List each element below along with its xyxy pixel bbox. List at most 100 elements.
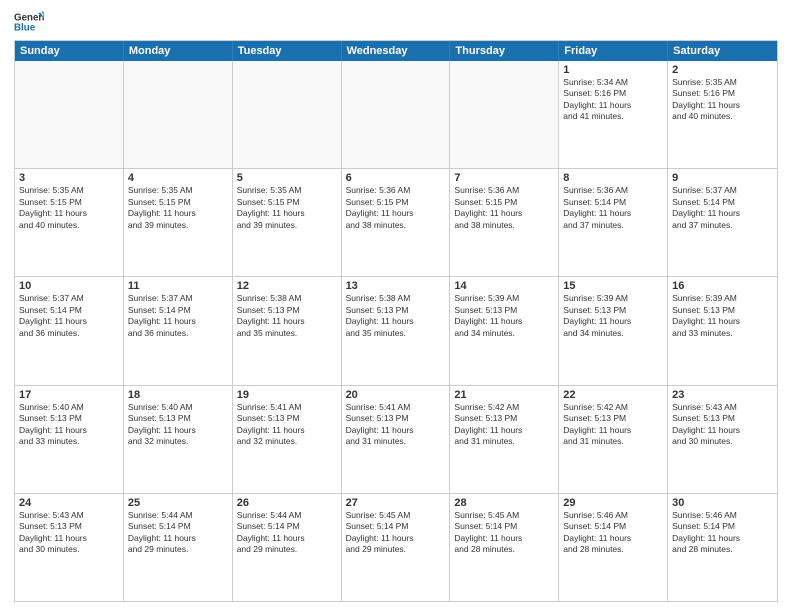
cell-info: Sunrise: 5:44 AM Sunset: 5:14 PM Dayligh… (128, 510, 228, 556)
day-number: 16 (672, 280, 773, 292)
cell-info: Sunrise: 5:40 AM Sunset: 5:13 PM Dayligh… (128, 402, 228, 448)
header-day-monday: Monday (124, 41, 233, 61)
cell-info: Sunrise: 5:46 AM Sunset: 5:14 PM Dayligh… (672, 510, 773, 556)
cell-info: Sunrise: 5:40 AM Sunset: 5:13 PM Dayligh… (19, 402, 119, 448)
cell-info: Sunrise: 5:36 AM Sunset: 5:15 PM Dayligh… (346, 185, 446, 231)
cell-info: Sunrise: 5:43 AM Sunset: 5:13 PM Dayligh… (672, 402, 773, 448)
header-day-thursday: Thursday (450, 41, 559, 61)
calendar-cell-r3c3: 20Sunrise: 5:41 AM Sunset: 5:13 PM Dayli… (342, 386, 451, 493)
calendar-cell-r3c2: 19Sunrise: 5:41 AM Sunset: 5:13 PM Dayli… (233, 386, 342, 493)
header-day-friday: Friday (559, 41, 668, 61)
calendar-row-1: 3Sunrise: 5:35 AM Sunset: 5:15 PM Daylig… (15, 169, 777, 277)
cell-info: Sunrise: 5:41 AM Sunset: 5:13 PM Dayligh… (346, 402, 446, 448)
day-number: 6 (346, 172, 446, 184)
cell-info: Sunrise: 5:45 AM Sunset: 5:14 PM Dayligh… (346, 510, 446, 556)
day-number: 26 (237, 497, 337, 509)
calendar-cell-r4c4: 28Sunrise: 5:45 AM Sunset: 5:14 PM Dayli… (450, 494, 559, 601)
day-number: 20 (346, 389, 446, 401)
cell-info: Sunrise: 5:38 AM Sunset: 5:13 PM Dayligh… (237, 293, 337, 339)
calendar-cell-r4c1: 25Sunrise: 5:44 AM Sunset: 5:14 PM Dayli… (124, 494, 233, 601)
calendar-cell-r0c4 (450, 61, 559, 168)
calendar-cell-r0c5: 1Sunrise: 5:34 AM Sunset: 5:16 PM Daylig… (559, 61, 668, 168)
day-number: 2 (672, 64, 773, 76)
calendar-cell-r4c3: 27Sunrise: 5:45 AM Sunset: 5:14 PM Dayli… (342, 494, 451, 601)
cell-info: Sunrise: 5:35 AM Sunset: 5:15 PM Dayligh… (19, 185, 119, 231)
calendar-cell-r1c5: 8Sunrise: 5:36 AM Sunset: 5:14 PM Daylig… (559, 169, 668, 276)
cell-info: Sunrise: 5:37 AM Sunset: 5:14 PM Dayligh… (19, 293, 119, 339)
calendar-cell-r1c1: 4Sunrise: 5:35 AM Sunset: 5:15 PM Daylig… (124, 169, 233, 276)
calendar-body: 1Sunrise: 5:34 AM Sunset: 5:16 PM Daylig… (15, 61, 777, 601)
calendar-cell-r2c1: 11Sunrise: 5:37 AM Sunset: 5:14 PM Dayli… (124, 277, 233, 384)
day-number: 11 (128, 280, 228, 292)
cell-info: Sunrise: 5:37 AM Sunset: 5:14 PM Dayligh… (128, 293, 228, 339)
day-number: 9 (672, 172, 773, 184)
cell-info: Sunrise: 5:35 AM Sunset: 5:15 PM Dayligh… (237, 185, 337, 231)
day-number: 12 (237, 280, 337, 292)
calendar-row-4: 24Sunrise: 5:43 AM Sunset: 5:13 PM Dayli… (15, 494, 777, 601)
calendar-row-2: 10Sunrise: 5:37 AM Sunset: 5:14 PM Dayli… (15, 277, 777, 385)
cell-info: Sunrise: 5:38 AM Sunset: 5:13 PM Dayligh… (346, 293, 446, 339)
cell-info: Sunrise: 5:45 AM Sunset: 5:14 PM Dayligh… (454, 510, 554, 556)
day-number: 30 (672, 497, 773, 509)
day-number: 8 (563, 172, 663, 184)
cell-info: Sunrise: 5:46 AM Sunset: 5:14 PM Dayligh… (563, 510, 663, 556)
day-number: 3 (19, 172, 119, 184)
calendar-cell-r0c2 (233, 61, 342, 168)
cell-info: Sunrise: 5:39 AM Sunset: 5:13 PM Dayligh… (672, 293, 773, 339)
day-number: 5 (237, 172, 337, 184)
logo-icon: General Blue (14, 10, 44, 34)
logo: General Blue (14, 10, 44, 34)
cell-info: Sunrise: 5:44 AM Sunset: 5:14 PM Dayligh… (237, 510, 337, 556)
calendar-cell-r3c0: 17Sunrise: 5:40 AM Sunset: 5:13 PM Dayli… (15, 386, 124, 493)
calendar-cell-r2c2: 12Sunrise: 5:38 AM Sunset: 5:13 PM Dayli… (233, 277, 342, 384)
cell-info: Sunrise: 5:36 AM Sunset: 5:14 PM Dayligh… (563, 185, 663, 231)
cell-info: Sunrise: 5:37 AM Sunset: 5:14 PM Dayligh… (672, 185, 773, 231)
day-number: 13 (346, 280, 446, 292)
calendar-cell-r2c4: 14Sunrise: 5:39 AM Sunset: 5:13 PM Dayli… (450, 277, 559, 384)
cell-info: Sunrise: 5:42 AM Sunset: 5:13 PM Dayligh… (454, 402, 554, 448)
calendar-cell-r1c4: 7Sunrise: 5:36 AM Sunset: 5:15 PM Daylig… (450, 169, 559, 276)
day-number: 25 (128, 497, 228, 509)
day-number: 4 (128, 172, 228, 184)
calendar-cell-r2c3: 13Sunrise: 5:38 AM Sunset: 5:13 PM Dayli… (342, 277, 451, 384)
header-day-tuesday: Tuesday (233, 41, 342, 61)
calendar-cell-r2c0: 10Sunrise: 5:37 AM Sunset: 5:14 PM Dayli… (15, 277, 124, 384)
day-number: 17 (19, 389, 119, 401)
calendar-cell-r3c4: 21Sunrise: 5:42 AM Sunset: 5:13 PM Dayli… (450, 386, 559, 493)
calendar-cell-r3c5: 22Sunrise: 5:42 AM Sunset: 5:13 PM Dayli… (559, 386, 668, 493)
day-number: 1 (563, 64, 663, 76)
calendar-cell-r2c5: 15Sunrise: 5:39 AM Sunset: 5:13 PM Dayli… (559, 277, 668, 384)
calendar: SundayMondayTuesdayWednesdayThursdayFrid… (14, 40, 778, 602)
cell-info: Sunrise: 5:35 AM Sunset: 5:15 PM Dayligh… (128, 185, 228, 231)
calendar-cell-r1c3: 6Sunrise: 5:36 AM Sunset: 5:15 PM Daylig… (342, 169, 451, 276)
header-day-saturday: Saturday (668, 41, 777, 61)
cell-info: Sunrise: 5:42 AM Sunset: 5:13 PM Dayligh… (563, 402, 663, 448)
day-number: 19 (237, 389, 337, 401)
day-number: 21 (454, 389, 554, 401)
calendar-cell-r3c1: 18Sunrise: 5:40 AM Sunset: 5:13 PM Dayli… (124, 386, 233, 493)
day-number: 7 (454, 172, 554, 184)
calendar-cell-r4c5: 29Sunrise: 5:46 AM Sunset: 5:14 PM Dayli… (559, 494, 668, 601)
day-number: 14 (454, 280, 554, 292)
day-number: 27 (346, 497, 446, 509)
day-number: 10 (19, 280, 119, 292)
svg-text:Blue: Blue (14, 22, 36, 33)
cell-info: Sunrise: 5:43 AM Sunset: 5:13 PM Dayligh… (19, 510, 119, 556)
day-number: 15 (563, 280, 663, 292)
calendar-cell-r1c2: 5Sunrise: 5:35 AM Sunset: 5:15 PM Daylig… (233, 169, 342, 276)
calendar-cell-r1c0: 3Sunrise: 5:35 AM Sunset: 5:15 PM Daylig… (15, 169, 124, 276)
calendar-cell-r2c6: 16Sunrise: 5:39 AM Sunset: 5:13 PM Dayli… (668, 277, 777, 384)
header-day-wednesday: Wednesday (342, 41, 451, 61)
day-number: 23 (672, 389, 773, 401)
cell-info: Sunrise: 5:41 AM Sunset: 5:13 PM Dayligh… (237, 402, 337, 448)
calendar-cell-r0c1 (124, 61, 233, 168)
page-header: General Blue (14, 10, 778, 34)
calendar-cell-r3c6: 23Sunrise: 5:43 AM Sunset: 5:13 PM Dayli… (668, 386, 777, 493)
day-number: 28 (454, 497, 554, 509)
calendar-cell-r4c0: 24Sunrise: 5:43 AM Sunset: 5:13 PM Dayli… (15, 494, 124, 601)
cell-info: Sunrise: 5:35 AM Sunset: 5:16 PM Dayligh… (672, 77, 773, 123)
calendar-cell-r4c2: 26Sunrise: 5:44 AM Sunset: 5:14 PM Dayli… (233, 494, 342, 601)
day-number: 29 (563, 497, 663, 509)
cell-info: Sunrise: 5:36 AM Sunset: 5:15 PM Dayligh… (454, 185, 554, 231)
day-number: 22 (563, 389, 663, 401)
